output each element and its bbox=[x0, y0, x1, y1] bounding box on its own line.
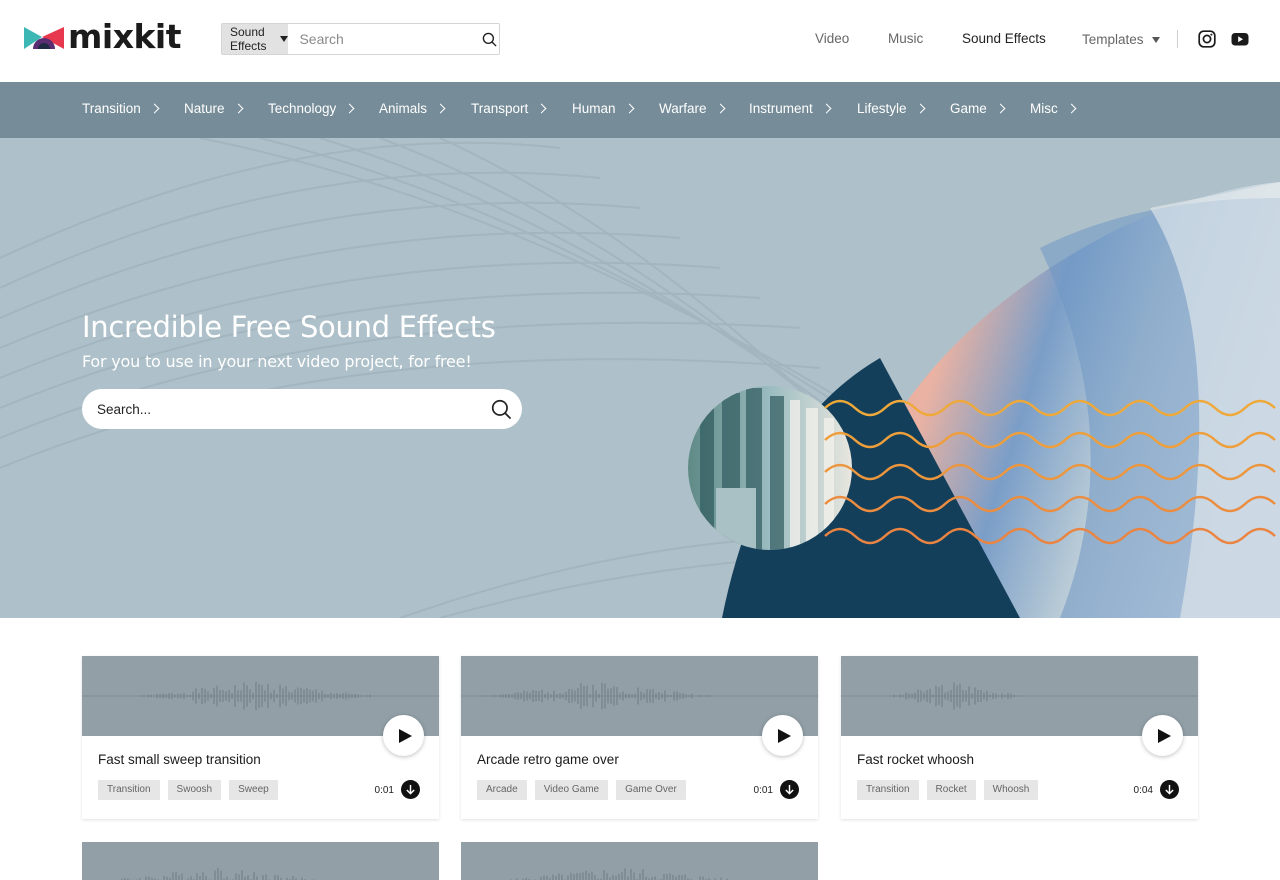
sound-title[interactable]: Arcade retro game over bbox=[477, 752, 619, 767]
hero-title: Incredible Free Sound Effects bbox=[82, 310, 496, 344]
logo[interactable]: mixkit bbox=[24, 17, 182, 56]
category-label: Transition bbox=[82, 101, 141, 116]
search-icon bbox=[482, 32, 497, 47]
category-label: Human bbox=[572, 101, 616, 116]
hero-search-input[interactable] bbox=[82, 401, 480, 417]
download-button[interactable] bbox=[780, 780, 799, 799]
chevron-right-icon bbox=[149, 103, 160, 114]
search-type-dropdown[interactable]: Sound Effects bbox=[222, 24, 289, 54]
tag[interactable]: Rocket bbox=[926, 780, 976, 800]
category-nature[interactable]: Nature bbox=[184, 101, 243, 116]
chevron-right-icon bbox=[344, 103, 355, 114]
waveform-graphic bbox=[118, 867, 315, 880]
sound-title[interactable]: Fast rocket whoosh bbox=[857, 752, 974, 767]
tag[interactable]: Sweep bbox=[229, 780, 278, 800]
tag[interactable]: Arcade bbox=[477, 780, 527, 800]
category-instrument[interactable]: Instrument bbox=[749, 101, 832, 116]
tag[interactable]: Swoosh bbox=[167, 780, 222, 800]
tag-list: Transition Rocket Whoosh bbox=[857, 780, 1039, 800]
caret-down-icon bbox=[280, 36, 289, 42]
chevron-right-icon bbox=[715, 103, 725, 114]
chevron-right-icon bbox=[624, 103, 634, 114]
category-transport[interactable]: Transport bbox=[471, 101, 547, 116]
category-transition[interactable]: Transition bbox=[82, 101, 160, 116]
category-label: Nature bbox=[184, 101, 225, 116]
chevron-right-icon bbox=[915, 103, 925, 114]
category-technology[interactable]: Technology bbox=[268, 101, 355, 116]
sound-duration: 0:01 bbox=[753, 785, 773, 796]
hero-subtitle: For you to use in your next video projec… bbox=[82, 352, 472, 371]
tag[interactable]: Transition bbox=[857, 780, 919, 800]
logo-text: mixkit bbox=[68, 17, 182, 56]
category-human[interactable]: Human bbox=[572, 101, 634, 116]
download-button[interactable] bbox=[1160, 780, 1179, 799]
play-button[interactable] bbox=[1142, 715, 1183, 756]
waveform-graphic bbox=[501, 868, 728, 880]
category-label: Lifestyle bbox=[857, 101, 907, 116]
nav-templates-label: Templates bbox=[1082, 32, 1144, 47]
nav-divider bbox=[1177, 30, 1178, 48]
tag[interactable]: Video Game bbox=[534, 780, 609, 800]
chevron-right-icon bbox=[821, 103, 832, 114]
nav-video[interactable]: Video bbox=[815, 31, 849, 46]
category-label: Instrument bbox=[749, 101, 813, 116]
instagram-icon[interactable] bbox=[1198, 30, 1216, 48]
category-lifestyle[interactable]: Lifestyle bbox=[857, 101, 925, 116]
logo-mark-icon bbox=[24, 26, 64, 49]
sound-card: Fast rocket whoosh Transition Rocket Who… bbox=[841, 656, 1198, 819]
header-search: Sound Effects bbox=[221, 23, 500, 55]
download-icon bbox=[1165, 784, 1174, 795]
download-button[interactable] bbox=[401, 780, 420, 799]
category-warfare[interactable]: Warfare bbox=[659, 101, 725, 116]
category-game[interactable]: Game bbox=[950, 101, 1006, 116]
chevron-right-icon bbox=[435, 103, 446, 114]
header-search-button[interactable] bbox=[480, 24, 499, 54]
play-button[interactable] bbox=[762, 715, 803, 756]
hero-banner: Incredible Free Sound Effects For you to… bbox=[0, 138, 1280, 618]
play-icon bbox=[777, 728, 791, 743]
tag[interactable]: Whoosh bbox=[983, 780, 1039, 800]
nav-sound-effects[interactable]: Sound Effects bbox=[962, 31, 1046, 46]
hero-search bbox=[82, 389, 522, 429]
chevron-right-icon bbox=[1066, 103, 1077, 114]
play-button[interactable] bbox=[383, 715, 424, 756]
tag-list: Transition Swoosh Sweep bbox=[98, 780, 278, 800]
category-label: Warfare bbox=[659, 101, 707, 116]
category-animals[interactable]: Animals bbox=[379, 101, 446, 116]
tag-list: Arcade Video Game Game Over bbox=[477, 780, 686, 800]
sound-card-partial[interactable] bbox=[82, 842, 439, 880]
tag[interactable]: Game Over bbox=[616, 780, 686, 800]
sound-card: Fast small sweep transition Transition S… bbox=[82, 656, 439, 819]
sound-card: Arcade retro game over Arcade Video Game… bbox=[461, 656, 818, 819]
nav-templates[interactable]: Templates bbox=[1082, 32, 1160, 47]
play-icon bbox=[398, 728, 412, 743]
youtube-icon[interactable] bbox=[1231, 30, 1249, 48]
chevron-right-icon bbox=[995, 103, 1006, 114]
category-bar: Transition Nature Technology Animals Tra… bbox=[0, 82, 1280, 138]
tag[interactable]: Transition bbox=[98, 780, 160, 800]
category-label: Misc bbox=[1030, 101, 1058, 116]
search-type-label: Sound Effects bbox=[230, 25, 267, 53]
download-icon bbox=[785, 784, 794, 795]
category-label: Transport bbox=[471, 101, 529, 116]
site-header: mixkit Sound Effects Video Music Sound E… bbox=[0, 0, 1280, 82]
sound-card-partial[interactable] bbox=[461, 842, 818, 880]
caret-down-icon bbox=[1151, 37, 1160, 44]
sound-duration: 0:01 bbox=[374, 785, 394, 796]
search-icon bbox=[491, 399, 511, 419]
category-misc[interactable]: Misc bbox=[1030, 101, 1077, 116]
play-icon bbox=[1157, 728, 1171, 743]
category-label: Game bbox=[950, 101, 987, 116]
sound-title[interactable]: Fast small sweep transition bbox=[98, 752, 261, 767]
hero-illustration bbox=[0, 138, 1280, 618]
chevron-right-icon bbox=[536, 103, 547, 114]
download-icon bbox=[406, 784, 415, 795]
nav-music[interactable]: Music bbox=[888, 31, 923, 46]
category-label: Animals bbox=[379, 101, 428, 116]
category-label: Technology bbox=[268, 101, 337, 116]
sound-duration: 0:04 bbox=[1133, 785, 1153, 796]
chevron-right-icon bbox=[233, 103, 243, 114]
hero-search-button[interactable] bbox=[480, 399, 522, 420]
header-search-input[interactable] bbox=[288, 24, 481, 54]
